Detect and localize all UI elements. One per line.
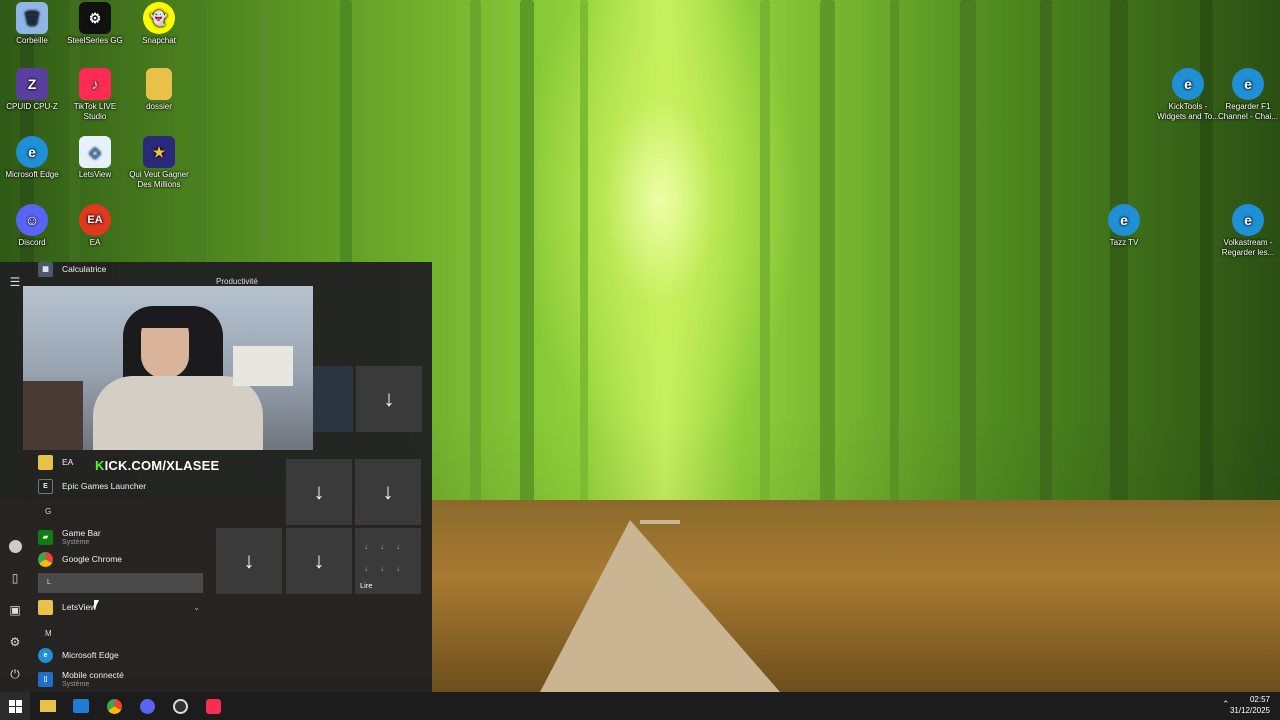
- desktop-icon-snapchat[interactable]: 👻 Snapchat: [127, 2, 191, 46]
- taskbar-mail[interactable]: [69, 696, 93, 716]
- productivity-group-title: Productivité: [216, 277, 258, 286]
- desktop-icon-tazz-tv[interactable]: e Tazz TV: [1092, 204, 1156, 248]
- tile-download-2[interactable]: ↓: [286, 459, 352, 525]
- desktop-icon-regarder-f1[interactable]: e Regarder F1 Channel - Chai...: [1216, 68, 1280, 122]
- desktop-icon-discord[interactable]: ☺ Discord: [0, 204, 64, 248]
- mail-icon: [73, 699, 89, 713]
- start-menu: ☰ ▯ ▣ ⚙ ⏻ ▦ Calculatrice Productivité ↓ …: [0, 261, 432, 692]
- snapchat-icon: 👻: [143, 2, 175, 34]
- xbox-game-bar-icon: ▰: [38, 529, 53, 545]
- tiktok-icon: ♪: [79, 68, 111, 100]
- app-item-ea[interactable]: EA: [38, 451, 204, 473]
- letsview-icon: ◇: [79, 136, 111, 168]
- folder-icon: [38, 454, 53, 470]
- app-item-epic[interactable]: E Epic Games Launcher: [38, 475, 204, 497]
- phone-link-icon: ▯: [38, 671, 53, 687]
- desktop-icon-steelseries[interactable]: ⚙ SteelSeries GG: [63, 2, 127, 46]
- windows-logo-icon: [8, 699, 22, 713]
- desktop-icon-ea[interactable]: EA EA: [63, 204, 127, 248]
- obs-icon: [172, 698, 188, 714]
- chrome-icon: [106, 698, 122, 714]
- ea-icon: EA: [79, 204, 111, 236]
- app-item-calculatrice[interactable]: ▦ Calculatrice: [38, 258, 204, 280]
- taskbar-file-explorer[interactable]: [36, 696, 60, 716]
- tiktok-icon: [205, 698, 221, 714]
- app-item-game-bar[interactable]: ▰ Game Bar Système: [38, 524, 204, 550]
- app-item-microsoft-edge[interactable]: e Microsoft Edge: [38, 644, 204, 666]
- app-item-mobile-connecte[interactable]: ▯ Mobile connecté Système: [38, 666, 204, 692]
- calculator-icon: ▦: [38, 261, 53, 277]
- edge-icon: e: [16, 136, 48, 168]
- discord-icon: [139, 698, 155, 714]
- edge-icon: e: [38, 647, 53, 663]
- edge-icon: e: [1232, 204, 1264, 236]
- desktop-icon-cpuid[interactable]: Z CPUID CPU-Z: [0, 68, 64, 112]
- taskbar-discord[interactable]: [135, 696, 159, 716]
- edge-icon: e: [1232, 68, 1264, 100]
- edge-icon: e: [1172, 68, 1204, 100]
- taskbar-chrome[interactable]: [102, 696, 126, 716]
- desktop-icon-letsview[interactable]: ◇ LetsView: [63, 136, 127, 180]
- app-item-google-chrome[interactable]: Google Chrome: [38, 548, 204, 570]
- tile-download-4[interactable]: ↓: [216, 528, 282, 594]
- letter-header-m[interactable]: M: [45, 629, 52, 638]
- desktop-icon-dossier[interactable]: dossier: [127, 68, 191, 112]
- hamburger-icon[interactable]: ☰: [7, 274, 23, 290]
- webcam-overlay: [23, 286, 313, 450]
- desktop-icon-tiktok-live[interactable]: ♪ TikTok LIVE Studio: [63, 68, 127, 122]
- edge-icon: e: [1108, 204, 1140, 236]
- recycle-bin-icon: 🗑: [16, 2, 48, 34]
- taskbar: ⌃ 02:57 31/12/2025: [0, 692, 1280, 720]
- pictures-icon[interactable]: ▣: [7, 602, 23, 618]
- tile-download-1[interactable]: ↓: [356, 366, 422, 432]
- tile-lire-folder[interactable]: ↓↓↓ ↓↓↓ Lire: [355, 528, 421, 594]
- folder-icon: [146, 68, 172, 100]
- app-item-letsview[interactable]: LetsView ⌄: [38, 596, 204, 618]
- desktop-icon-kicktools[interactable]: e KickTools - Widgets and To...: [1156, 68, 1220, 122]
- taskbar-tiktok-live[interactable]: [201, 696, 225, 716]
- settings-gear-icon[interactable]: ⚙: [7, 634, 23, 650]
- letter-header-g[interactable]: G: [45, 507, 51, 516]
- taskbar-obs[interactable]: [168, 696, 192, 716]
- folder-icon: [40, 700, 56, 712]
- game-show-icon: ★: [143, 136, 175, 168]
- letter-header-l-hover[interactable]: L: [38, 573, 203, 593]
- steelseries-icon: ⚙: [79, 2, 111, 34]
- taskbar-clock[interactable]: 02:57 31/12/2025: [1230, 694, 1270, 716]
- mini-download-icons: ↓↓↓ ↓↓↓: [364, 542, 412, 573]
- discord-icon: ☺: [16, 204, 48, 236]
- power-icon[interactable]: ⏻: [7, 666, 23, 682]
- cpuz-icon: Z: [16, 68, 48, 100]
- mouse-cursor: [94, 600, 104, 610]
- chrome-icon: [38, 551, 53, 567]
- tray-chevron-up-icon[interactable]: ⌃: [1222, 699, 1230, 710]
- tile-download-3[interactable]: ↓: [355, 459, 421, 525]
- tile-thumbnail[interactable]: [313, 366, 353, 432]
- tile-download-5[interactable]: ↓: [286, 528, 352, 594]
- desktop-icon-recycle-bin[interactable]: 🗑 Corbeille: [0, 2, 64, 46]
- folder-icon: [38, 599, 53, 615]
- chevron-down-icon[interactable]: ⌄: [193, 603, 200, 612]
- user-avatar-icon[interactable]: [7, 538, 23, 554]
- desktop-icon-qui-veut-gagner[interactable]: ★ Qui Veut Gagner Des Millions: [127, 136, 191, 190]
- start-button[interactable]: [0, 692, 30, 720]
- epic-games-icon: E: [38, 478, 53, 494]
- desktop-icon-volkastream[interactable]: e Volkastream - Regarder les...: [1216, 204, 1280, 258]
- documents-icon[interactable]: ▯: [7, 570, 23, 586]
- desktop-icon-edge[interactable]: e Microsoft Edge: [0, 136, 64, 180]
